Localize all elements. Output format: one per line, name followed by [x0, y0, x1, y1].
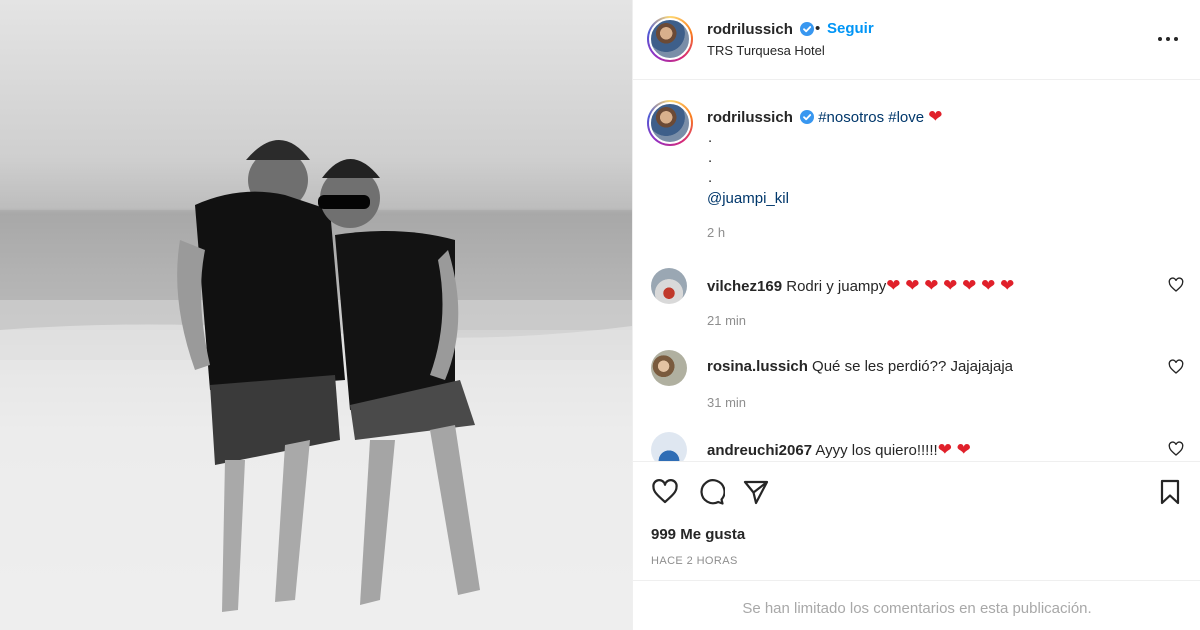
commenter-username[interactable]: andreuchi2067 — [707, 442, 812, 459]
author-avatar[interactable] — [647, 16, 693, 62]
hashtag-love[interactable]: #love — [888, 109, 924, 126]
caption-dot-line: . — [708, 149, 713, 166]
caption-text: rodrilussich #nosotros #love ❤ — [707, 107, 943, 127]
comment-timestamp[interactable]: 21 min — [707, 313, 746, 328]
follow-button[interactable]: Seguir — [827, 20, 874, 37]
author-username[interactable]: rodrilussich — [707, 21, 815, 38]
comment-like-icon[interactable] — [1168, 359, 1184, 375]
comment-item: vilchez169 Rodri y juampy❤ ❤ ❤ ❤ ❤ ❤ ❤ 2… — [633, 268, 1200, 348]
caption-dot-line: . — [708, 169, 713, 186]
separator-dot: • — [815, 20, 821, 37]
heart-outline-icon[interactable] — [651, 478, 679, 506]
verified-badge-icon — [800, 22, 815, 36]
posted-time[interactable]: HACE 2 HORAS — [651, 555, 738, 567]
post-header: rodrilussich • Seguir TRS Turquesa Hotel — [633, 0, 1200, 80]
post-photo — [0, 0, 632, 630]
comment-text: rosina.lussich Qué se les perdió?? Jajaj… — [707, 358, 1013, 375]
caption-timestamp[interactable]: 2 h — [707, 225, 725, 240]
comment-hearts: ❤ ❤ — [937, 440, 971, 459]
comments-limited-notice: Se han limitado los comentarios en esta … — [633, 580, 1200, 630]
comment-like-icon[interactable] — [1168, 441, 1184, 457]
comment-body: Qué se les perdió?? Jajajajaja — [812, 358, 1014, 375]
comments-list[interactable]: rodrilussich #nosotros #love ❤ . . . @ju… — [633, 81, 1200, 461]
comment-bubble-icon[interactable] — [697, 478, 725, 506]
caption-dot-line: . — [708, 129, 713, 146]
caption-username[interactable]: rodrilussich — [707, 109, 793, 126]
caption-avatar[interactable] — [647, 100, 693, 146]
more-options-icon[interactable] — [1155, 26, 1181, 52]
commenter-username[interactable]: rosina.lussich — [707, 358, 808, 375]
author-username-text[interactable]: rodrilussich — [707, 21, 793, 38]
verified-badge-icon — [800, 110, 815, 124]
comment-like-icon[interactable] — [1168, 277, 1184, 293]
hashtag-nosotros[interactable]: #nosotros — [818, 109, 884, 126]
comment-text: vilchez169 Rodri y juampy❤ ❤ ❤ ❤ ❤ ❤ ❤ — [707, 276, 1014, 296]
beach-photo-illustration — [0, 140, 632, 630]
commenter-avatar[interactable] — [651, 350, 687, 386]
comment-item: rosina.lussich Qué se les perdió?? Jajaj… — [633, 350, 1200, 430]
comment-hearts: ❤ ❤ ❤ ❤ ❤ ❤ ❤ — [886, 276, 1015, 295]
likes-count[interactable]: 999 Me gusta — [651, 526, 745, 543]
paper-plane-icon[interactable] — [742, 478, 770, 506]
location-link[interactable]: TRS Turquesa Hotel — [707, 43, 825, 58]
commenter-avatar[interactable] — [651, 432, 687, 461]
comment-body: Ayyy los quiero!!!!! — [815, 442, 938, 459]
commenter-username[interactable]: vilchez169 — [707, 278, 782, 295]
post-side-panel: rodrilussich • Seguir TRS Turquesa Hotel… — [632, 0, 1200, 630]
comment-body: Rodri y juampy — [786, 278, 887, 295]
comment-item: andreuchi2067 Ayyy los quiero!!!!!❤ ❤ — [633, 432, 1200, 461]
comment-timestamp[interactable]: 31 min — [707, 395, 746, 410]
comment-text: andreuchi2067 Ayyy los quiero!!!!!❤ ❤ — [707, 440, 971, 460]
bookmark-icon[interactable] — [1156, 478, 1184, 506]
mention-link[interactable]: @juampi_kil — [707, 190, 789, 207]
heart-emoji: ❤ — [928, 107, 943, 126]
commenter-avatar[interactable] — [651, 268, 687, 304]
